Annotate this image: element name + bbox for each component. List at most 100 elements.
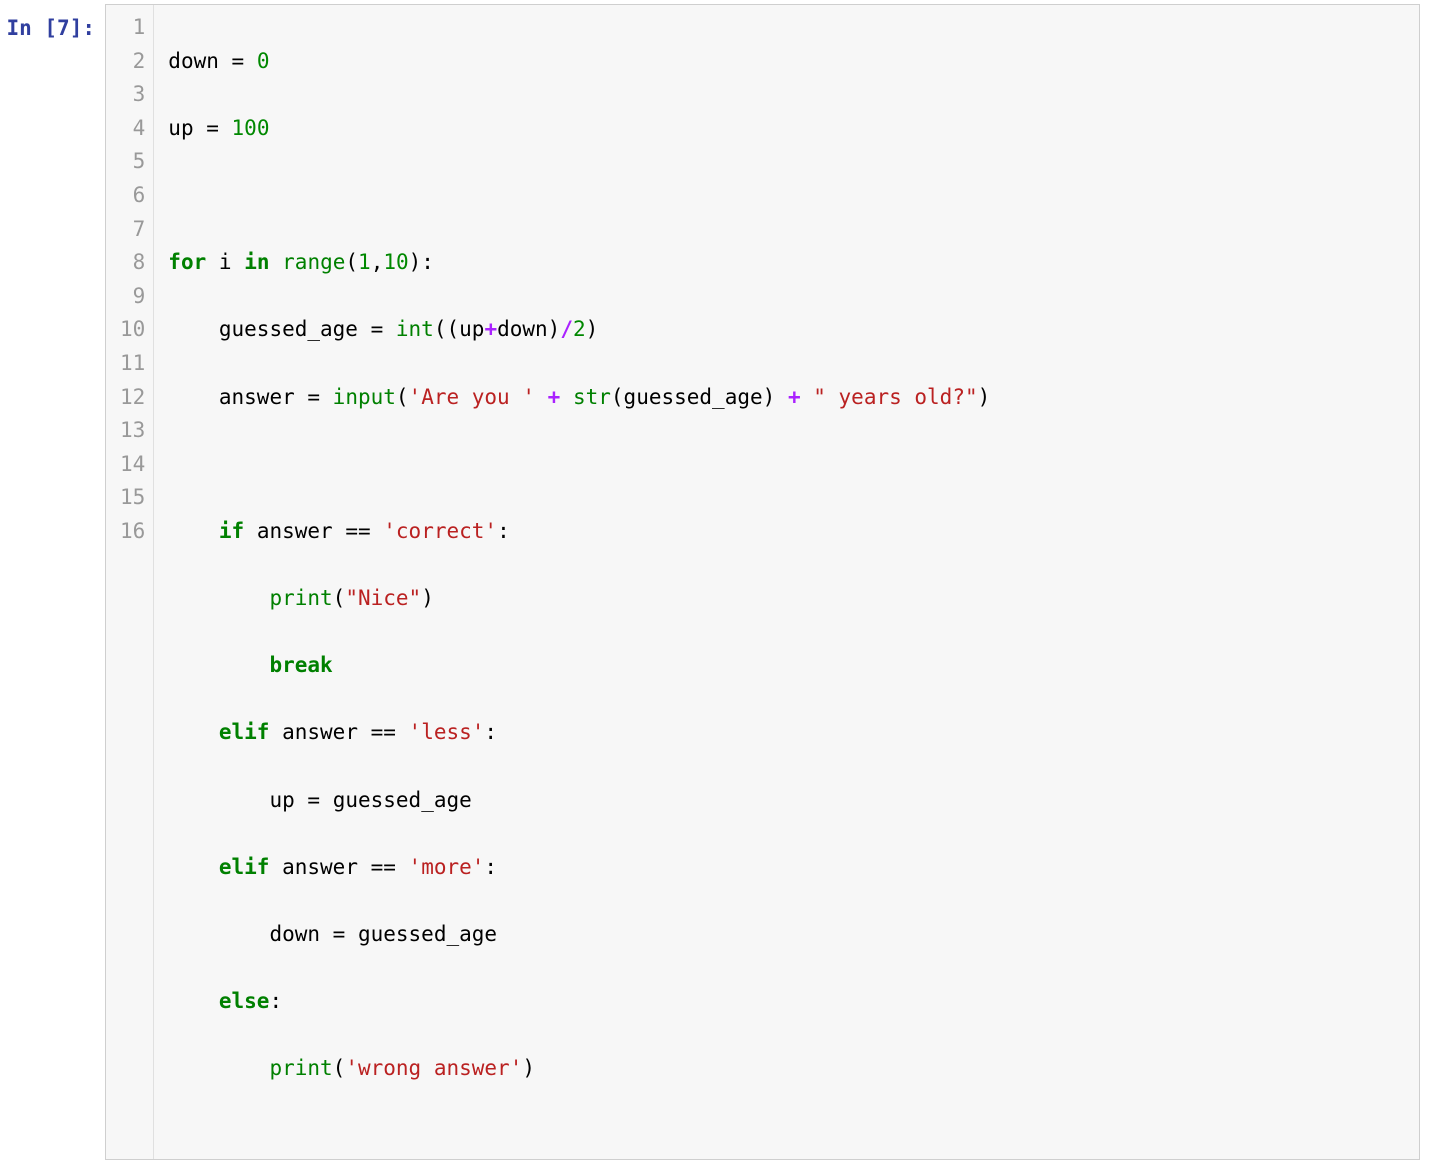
line-number: 14	[120, 448, 145, 482]
code-token: elif	[219, 855, 270, 879]
code-line[interactable]: if answer == 'correct':	[168, 515, 1409, 549]
prompt-exec-count: 7	[57, 16, 70, 40]
code-line[interactable]: down = 0	[168, 45, 1409, 79]
code-token: 100	[232, 116, 270, 140]
code-token: =	[295, 788, 333, 812]
code-token: /	[560, 317, 573, 341]
code-token: )	[763, 385, 776, 409]
code-line[interactable]: print('wrong answer')	[168, 1052, 1409, 1086]
code-token: (	[333, 586, 346, 610]
code-token: 2	[573, 317, 586, 341]
code-token: guessed_age	[219, 317, 358, 341]
code-token: answer	[282, 720, 358, 744]
code-token: else	[219, 989, 270, 1013]
code-token: print	[269, 586, 332, 610]
code-token: =	[358, 317, 396, 341]
code-token: ==	[358, 720, 409, 744]
code-cell[interactable]: 1 2 3 4 5 6 7 8 9 10 11 12 13 14 15 16 d…	[105, 4, 1420, 1160]
code-token: ==	[333, 519, 384, 543]
code-token: if	[219, 519, 244, 543]
code-token: :	[484, 720, 497, 744]
code-line[interactable]: down = guessed_age	[168, 918, 1409, 952]
code-token: in	[244, 250, 269, 274]
code-token: )	[548, 317, 561, 341]
line-number: 4	[120, 112, 145, 146]
code-token: +	[548, 385, 561, 409]
code-token: (	[434, 317, 447, 341]
code-token: +	[788, 385, 801, 409]
code-token: =	[194, 116, 232, 140]
line-number: 9	[120, 280, 145, 314]
code-token: =	[295, 385, 333, 409]
code-token: (	[396, 385, 409, 409]
code-token: i	[219, 250, 232, 274]
code-line[interactable]: answer = input('Are you ' + str(guessed_…	[168, 381, 1409, 415]
code-token: ==	[358, 855, 409, 879]
line-number: 5	[120, 145, 145, 179]
code-token: down	[497, 317, 548, 341]
code-token: )	[421, 586, 434, 610]
code-token: up	[269, 788, 294, 812]
input-prompt: In [7]:	[0, 4, 105, 46]
code-line[interactable]: break	[168, 649, 1409, 683]
line-number: 11	[120, 347, 145, 381]
code-token: 'correct'	[383, 519, 497, 543]
code-token: 1	[358, 250, 371, 274]
code-token: guessed_age	[333, 788, 472, 812]
line-number: 13	[120, 414, 145, 448]
code-token: :	[497, 519, 510, 543]
code-line[interactable]	[168, 448, 1409, 482]
line-number: 3	[120, 78, 145, 112]
code-token: 0	[257, 49, 270, 73]
prompt-close-bracket: ]:	[70, 16, 95, 40]
code-line[interactable]: up = guessed_age	[168, 784, 1409, 818]
code-token: " years old?"	[813, 385, 977, 409]
code-token: elif	[219, 720, 270, 744]
code-line[interactable]: else:	[168, 985, 1409, 1019]
code-token: (	[611, 385, 624, 409]
prompt-label: In	[6, 16, 44, 40]
code-token: answer	[257, 519, 333, 543]
code-token: break	[269, 653, 332, 677]
code-token: )	[978, 385, 991, 409]
line-number: 7	[120, 213, 145, 247]
code-token: :	[421, 250, 434, 274]
code-editor[interactable]: down = 0 up = 100 for i in range(1,10): …	[154, 5, 1419, 1159]
code-line[interactable]: up = 100	[168, 112, 1409, 146]
line-number: 15	[120, 481, 145, 515]
code-token: str	[573, 385, 611, 409]
code-token: =	[219, 49, 257, 73]
code-token: input	[333, 385, 396, 409]
code-token: :	[484, 855, 497, 879]
line-number: 12	[120, 381, 145, 415]
code-token: answer	[219, 385, 295, 409]
code-token: 'more'	[409, 855, 485, 879]
code-token: print	[269, 1056, 332, 1080]
code-token: "Nice"	[345, 586, 421, 610]
line-number: 8	[120, 246, 145, 280]
code-token: up	[168, 116, 193, 140]
code-token: )	[409, 250, 422, 274]
line-number-gutter: 1 2 3 4 5 6 7 8 9 10 11 12 13 14 15 16	[106, 5, 154, 1159]
code-line[interactable]: print("Nice")	[168, 582, 1409, 616]
code-token: 'less'	[409, 720, 485, 744]
line-number: 2	[120, 45, 145, 79]
line-number: 6	[120, 179, 145, 213]
code-token: 'wrong answer'	[345, 1056, 522, 1080]
code-token: =	[320, 922, 358, 946]
code-token: down	[269, 922, 320, 946]
code-line[interactable]: for i in range(1,10):	[168, 246, 1409, 280]
line-number: 1	[120, 11, 145, 45]
code-line[interactable]	[168, 179, 1409, 213]
notebook-cell: In [7]: 1 2 3 4 5 6 7 8 9 10 11 12 13 14…	[0, 0, 1440, 1160]
code-token: ,	[371, 250, 384, 274]
code-token: up	[459, 317, 484, 341]
code-line[interactable]: elif answer == 'more':	[168, 851, 1409, 885]
code-line[interactable]: guessed_age = int((up+down)/2)	[168, 313, 1409, 347]
code-token: (	[446, 317, 459, 341]
code-token: +	[484, 317, 497, 341]
code-token: int	[396, 317, 434, 341]
code-token: down	[168, 49, 219, 73]
code-line[interactable]: elif answer == 'less':	[168, 716, 1409, 750]
line-number: 16	[120, 515, 145, 549]
